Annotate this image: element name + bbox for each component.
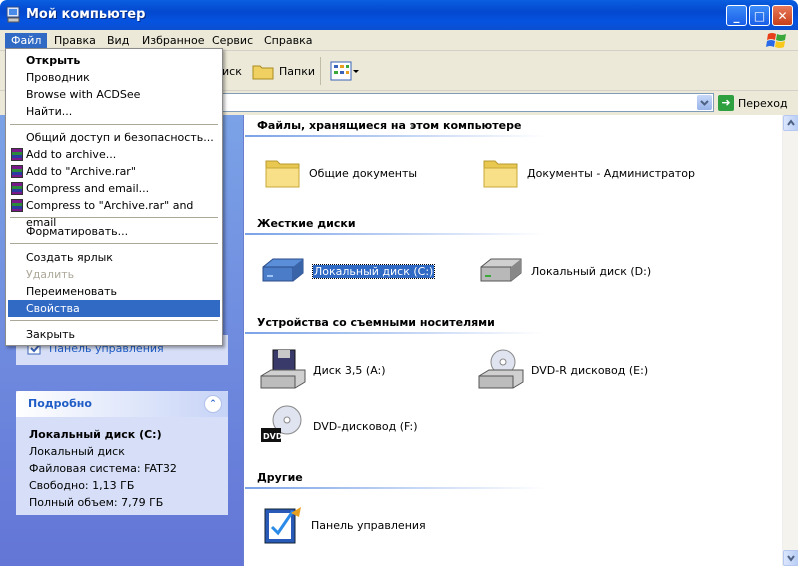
menu-add-to-archive-rar[interactable]: Add to "Archive.rar" [8,163,220,180]
chevron-down-icon [787,555,795,562]
details-filesystem: Файловая система: FAT32 [29,462,177,475]
minimize-button[interactable]: _ [726,5,747,26]
control-panel-item[interactable]: Панель управления [261,504,426,546]
details-free-space: Свободно: 1,13 ГБ [29,479,135,492]
winrar-icon [11,199,23,212]
dvd-f-item[interactable]: DVD DVD-дисковод (F:) [259,405,418,447]
menu-sharing-security[interactable]: Общий доступ и безопасность... [8,129,220,146]
menu-close[interactable]: Закрыть [8,326,220,343]
folders-button[interactable]: Папки [279,65,315,78]
group-header-other: Другие [257,471,303,484]
details-total-size: Полный объем: 7,79 ГБ [29,496,164,509]
window-title: Мой компьютер [26,7,146,22]
group-header-removable-devices: Устройства со съемными носителями [257,316,495,329]
menu-file[interactable]: Файл [5,33,48,49]
go-button[interactable]: ➜ Переход [718,94,788,112]
scroll-up-button[interactable] [783,115,798,131]
menu-separator [10,124,218,125]
details-header[interactable]: Подробно ⌃ [16,391,228,417]
menu-help[interactable]: Справка [258,33,318,49]
menu-create-shortcut[interactable]: Создать ярлык [8,249,220,266]
group-header-stored-files: Файлы, хранящиеся на этом компьютере [257,119,522,132]
menu-view[interactable]: Вид [101,33,135,49]
menu-browse-acdsee[interactable]: Browse with ACDSee [8,86,220,103]
menu-rename[interactable]: Переименовать [8,283,220,300]
menu-tools[interactable]: Сервис [206,33,259,49]
windows-logo-icon [766,33,786,48]
folder-icon [483,160,518,188]
details-box: Подробно ⌃ Локальный диск (C:) Локальный… [16,391,228,515]
dvd-icon: DVD [261,405,302,442]
menu-search[interactable]: Найти... [8,103,220,120]
hard-drive-icon [480,258,522,282]
details-type: Локальный диск [29,445,125,458]
maximize-button[interactable]: □ [749,5,770,26]
floppy-a-item[interactable]: Диск 3,5 (A:) [259,349,386,391]
floppy-drive-icon [260,349,306,389]
views-icon[interactable] [330,61,360,81]
folders-icon[interactable] [252,61,274,81]
content-area: Файлы, хранящиеся на этом компьютере Общ… [245,115,782,566]
menu-separator [10,320,218,321]
group-header-hard-drives: Жесткие диски [257,217,356,230]
title-bar[interactable]: Мой компьютер _ □ ✕ [0,0,798,30]
vertical-scrollbar[interactable] [782,115,798,566]
dvd-r-e-item[interactable]: DVD-R дисковод (E:) [477,349,648,391]
shared-documents-item[interactable]: Общие документы [263,152,417,194]
menu-open[interactable]: Открыть [8,52,220,69]
local-disk-c-item[interactable]: Локальный диск (C:) [259,250,436,292]
menu-add-to-archive[interactable]: Add to archive... [8,146,220,163]
chevron-down-icon [700,100,709,106]
collapse-icon[interactable]: ⌃ [204,395,222,413]
hard-drive-icon [262,258,304,282]
svg-text:DVD: DVD [263,432,283,441]
address-dropdown-button[interactable] [697,95,712,110]
toolbar-separator [320,57,321,85]
winrar-icon [11,182,23,195]
group-divider [245,233,545,235]
local-disk-d-item[interactable]: Локальный диск (D:) [477,250,651,292]
menu-compress-rar-email[interactable]: Compress to "Archive.rar" and email [8,197,220,229]
winrar-icon [11,148,23,161]
group-divider [245,135,545,137]
my-computer-icon [6,6,20,23]
search-button-label[interactable]: иск [222,65,242,78]
admin-documents-item[interactable]: Документы - Администратор [481,152,695,194]
menu-separator [10,217,218,218]
menu-delete: Удалить [26,268,75,281]
file-menu-dropdown: Открыть Проводник Browse with ACDSee Най… [5,48,223,346]
folder-icon [265,160,300,188]
menu-compress-email[interactable]: Compress and email... [8,180,220,197]
arrow-right-icon: ➜ [718,95,734,111]
menu-properties[interactable]: Свойства [8,300,220,317]
go-button-label: Переход [738,96,788,110]
menu-edit[interactable]: Правка [48,33,102,49]
group-divider [245,487,545,489]
menu-explorer[interactable]: Проводник [8,69,220,86]
close-button[interactable]: ✕ [772,5,793,26]
address-input[interactable] [222,93,714,112]
menu-separator [10,243,218,244]
winrar-icon [11,165,23,178]
details-name: Локальный диск (C:) [29,428,162,441]
control-panel-icon [264,507,301,544]
menu-format[interactable]: Форматировать... [8,223,220,240]
dvd-drive-icon [478,349,524,389]
group-divider [245,332,545,334]
chevron-up-icon [787,119,795,126]
menu-favorites[interactable]: Избранное [136,33,210,49]
scroll-down-button[interactable] [783,550,798,566]
